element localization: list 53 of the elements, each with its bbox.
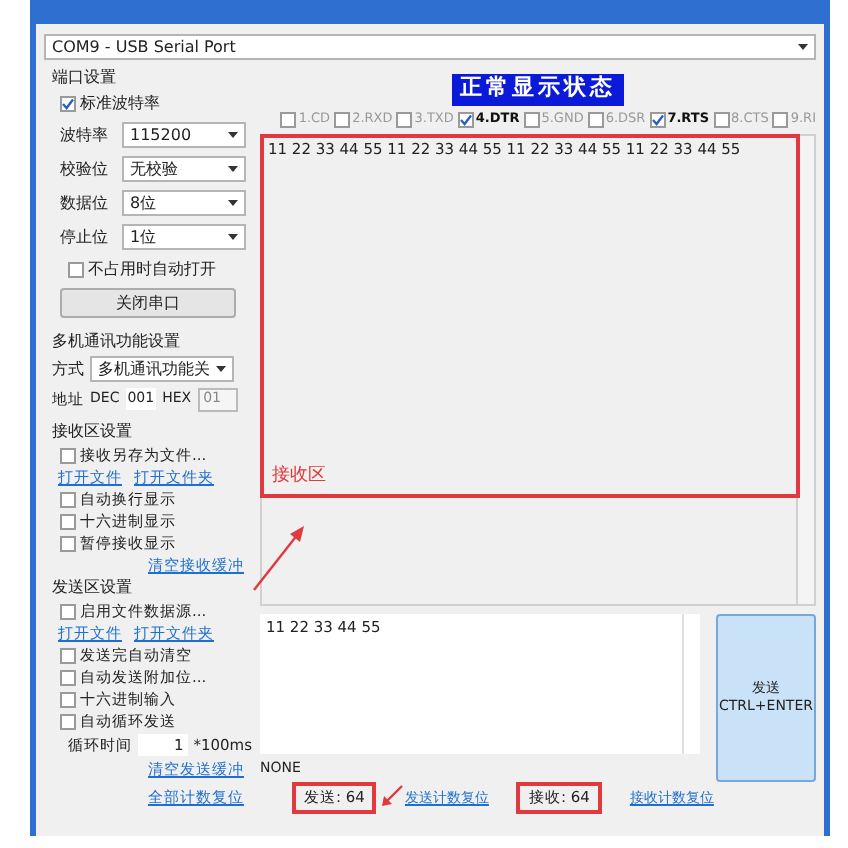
caret-icon <box>798 44 808 50</box>
checkbox[interactable] <box>649 111 666 127</box>
checkbox[interactable] <box>60 447 76 463</box>
scrollbar[interactable] <box>798 134 816 606</box>
checkbox[interactable] <box>60 513 76 529</box>
status-banner: 正常显示状态 <box>452 74 624 106</box>
caret-icon <box>228 234 238 240</box>
section-title: 端口设置 <box>52 66 118 90</box>
caret-icon <box>216 366 226 372</box>
field-label: 停止位 <box>60 229 110 245</box>
checkbox[interactable] <box>457 111 474 127</box>
option-label: 不占用时自动打开 <box>88 261 216 277</box>
checkbox[interactable] <box>60 691 76 707</box>
checkbox[interactable] <box>280 111 297 127</box>
check-icon <box>459 113 472 125</box>
caret-icon <box>228 200 238 206</box>
checkbox[interactable] <box>60 535 76 551</box>
checkbox[interactable] <box>334 111 351 127</box>
check-icon <box>651 113 664 125</box>
close-port-button[interactable]: 关闭串口 <box>60 288 236 318</box>
checkbox[interactable] <box>523 111 540 127</box>
annotation-arrow <box>380 784 404 808</box>
port-select[interactable]: COM9 - USB Serial Port <box>44 34 816 60</box>
setting-select[interactable]: 115200 <box>122 122 246 148</box>
field-label: 波特率 <box>60 127 110 143</box>
setting-select[interactable]: 无校验 <box>122 156 246 182</box>
section-title: 多机通讯功能设置 <box>52 330 182 354</box>
mode-select[interactable]: 多机通讯功能关 <box>90 356 234 382</box>
caret-icon <box>228 132 238 138</box>
checkbox[interactable] <box>772 111 789 127</box>
setting-select[interactable]: 1位 <box>122 224 246 250</box>
checkbox[interactable] <box>587 111 604 127</box>
checkbox[interactable] <box>60 603 76 619</box>
annotation-label: 接收区 <box>272 468 326 486</box>
section-title: 发送区设置 <box>52 576 134 600</box>
field-label: 校验位 <box>60 161 110 177</box>
checkbox[interactable] <box>68 261 84 277</box>
checkbox[interactable] <box>60 491 76 507</box>
section-title: 接收区设置 <box>52 420 134 444</box>
checkbox[interactable] <box>713 111 730 127</box>
annotation-arrow <box>252 524 308 592</box>
option-label: 标准波特率 <box>80 96 160 112</box>
check-icon <box>62 98 74 110</box>
checkbox[interactable] <box>60 647 76 663</box>
scrollbar[interactable] <box>682 614 700 754</box>
checkbox[interactable] <box>60 96 76 112</box>
field-label: 方式 <box>52 361 84 377</box>
checkbox[interactable] <box>396 111 413 127</box>
checkbox[interactable] <box>60 713 76 729</box>
field-label: 数据位 <box>60 195 110 211</box>
caret-icon <box>228 166 238 172</box>
checkbox[interactable] <box>60 669 76 685</box>
setting-select[interactable]: 8位 <box>122 190 246 216</box>
